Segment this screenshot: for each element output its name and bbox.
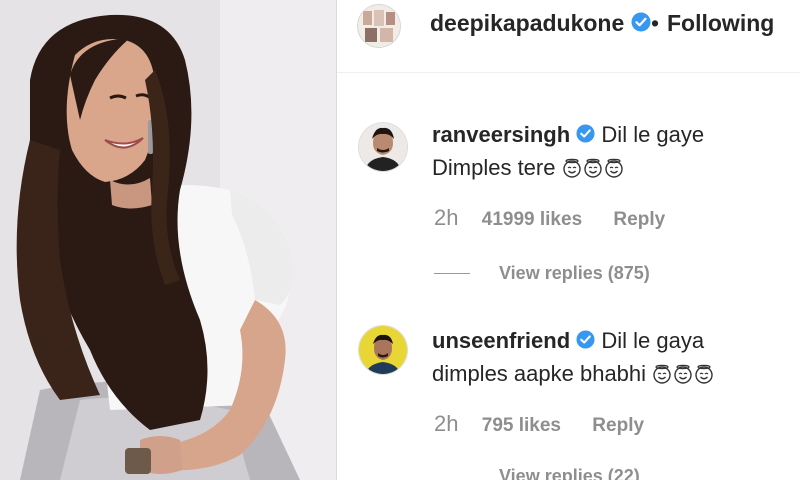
author-username[interactable]: deepikapadukone <box>430 10 624 36</box>
comment-text: unseenfriend Dil le gaya dimples aapke b… <box>432 325 762 390</box>
comments-panel: deepikapadukone • Following ranveersingh… <box>337 0 800 480</box>
emoji-group <box>652 361 715 386</box>
reply-button[interactable]: Reply <box>613 209 665 230</box>
smiling-face-with-halo-icon <box>674 364 692 384</box>
view-replies-button[interactable]: View replies (875) <box>499 263 650 284</box>
verified-badge-icon <box>576 326 595 358</box>
post-header: deepikapadukone • Following <box>337 0 800 73</box>
commenter-username[interactable]: ranveersingh <box>432 122 570 147</box>
comment-line-2: dimples aapke bhabhi <box>432 361 647 387</box>
post-photo <box>0 0 336 480</box>
comment-line-2: Dimples tere <box>432 155 556 181</box>
comment-meta: 2h 41999 likes Reply <box>434 205 665 231</box>
comment-text: ranveersingh Dil le gaye Dimples tere <box>432 119 762 184</box>
view-replies-button[interactable]: View replies (22) <box>499 466 640 480</box>
commenter-avatar[interactable] <box>358 122 408 172</box>
commenter-username[interactable]: unseenfriend <box>432 328 570 353</box>
smiling-face-with-halo-icon <box>604 158 623 178</box>
comment-time[interactable]: 2h <box>434 411 458 436</box>
comment-likes[interactable]: 41999 likes <box>482 209 582 230</box>
smiling-face-with-halo-icon <box>653 364 671 384</box>
smiling-face-with-halo-icon <box>695 364 713 384</box>
verified-badge-icon <box>576 120 595 152</box>
portrait-illustration <box>0 0 336 480</box>
emoji-group <box>562 155 625 180</box>
commenter-avatar-image <box>359 326 407 374</box>
commenter-avatar-image <box>359 123 407 171</box>
comment-line-1: Dil le gaye <box>601 122 705 147</box>
author-avatar[interactable] <box>357 4 401 48</box>
follow-separator: • <box>651 10 660 36</box>
following-button[interactable]: Following <box>667 10 774 37</box>
author-username-row: deepikapadukone <box>430 10 651 38</box>
replies-divider-line <box>434 273 470 274</box>
reply-button[interactable]: Reply <box>592 415 644 436</box>
author-avatar-image <box>358 5 400 47</box>
smiling-face-with-halo-icon <box>562 158 581 178</box>
comment-time[interactable]: 2h <box>434 205 458 230</box>
comment-meta: 2h 795 likes Reply <box>434 411 644 437</box>
comment-likes[interactable]: 795 likes <box>482 415 561 436</box>
commenter-avatar[interactable] <box>358 325 408 375</box>
smiling-face-with-halo-icon <box>583 158 602 178</box>
comment-line-1: Dil le gaya <box>601 328 705 353</box>
verified-badge-icon <box>631 11 651 38</box>
